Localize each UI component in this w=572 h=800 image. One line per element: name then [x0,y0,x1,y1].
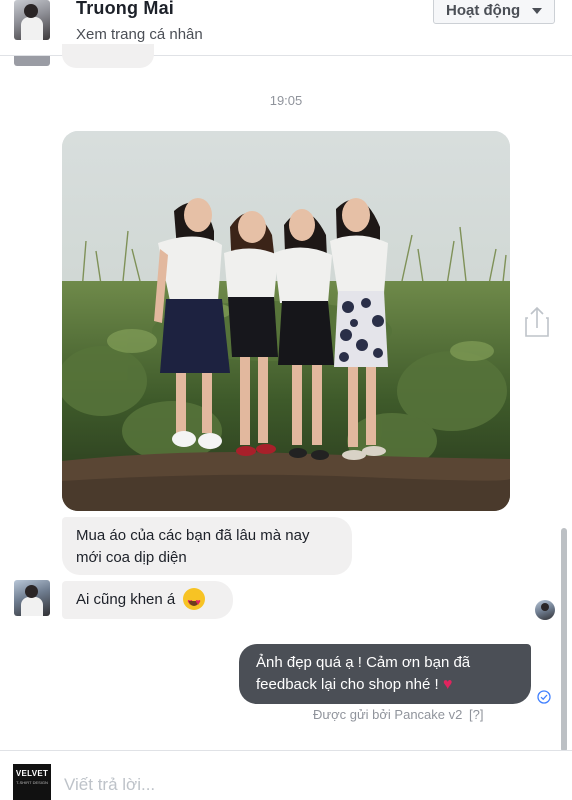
status-dropdown-button[interactable]: Hoạt động [433,0,555,24]
sent-by-label: Được gửi bởi Pancake v2 [?] [313,707,483,722]
page-logo-subtext: T-SHIRT DESIGN [16,780,48,785]
status-dropdown-label: Hoạt động [446,1,521,19]
view-profile-link[interactable]: Xem trang cá nhân [76,26,203,43]
reply-input[interactable] [64,772,524,798]
message-timestamp: 19:05 [269,93,303,108]
contact-avatar-small[interactable] [14,580,50,616]
previous-message-bubble [62,44,154,68]
help-link[interactable]: [?] [469,707,483,722]
incoming-message-bubble[interactable]: Ai cũng khen á [62,581,233,619]
sent-check-icon [537,690,551,704]
incoming-message-bubble[interactable]: Mua áo của các bạn đã lâu mà nay mới coa… [62,517,352,575]
heart-icon: ♥ [442,676,453,693]
scrollbar-thumb[interactable] [561,528,567,752]
message-text: Ai cũng khen á [76,591,176,608]
heart-eyes-emoji-icon [183,588,206,613]
page-avatar-logo: VELVET T-SHIRT DESIGN [13,764,51,800]
chevron-down-icon [532,8,542,14]
contact-avatar[interactable] [14,0,50,40]
message-text: Ảnh đẹp quá ạ ! Cảm ơn bạn đã feedback l… [256,654,471,693]
group-photo-image [62,131,510,511]
photo-attachment[interactable] [62,131,510,511]
share-icon[interactable] [524,306,550,338]
seen-indicator-avatar [535,600,555,620]
outgoing-message-bubble[interactable]: Ảnh đẹp quá ạ ! Cảm ơn bạn đã feedback l… [239,644,531,704]
previous-message-avatar [14,56,50,66]
sent-by-text: Được gửi bởi Pancake v2 [313,707,463,722]
contact-name[interactable]: Truong Mai [76,0,174,19]
message-text: Mua áo của các bạn đã lâu mà nay mới coa… [76,527,310,566]
page-logo-text: VELVET [15,769,49,778]
